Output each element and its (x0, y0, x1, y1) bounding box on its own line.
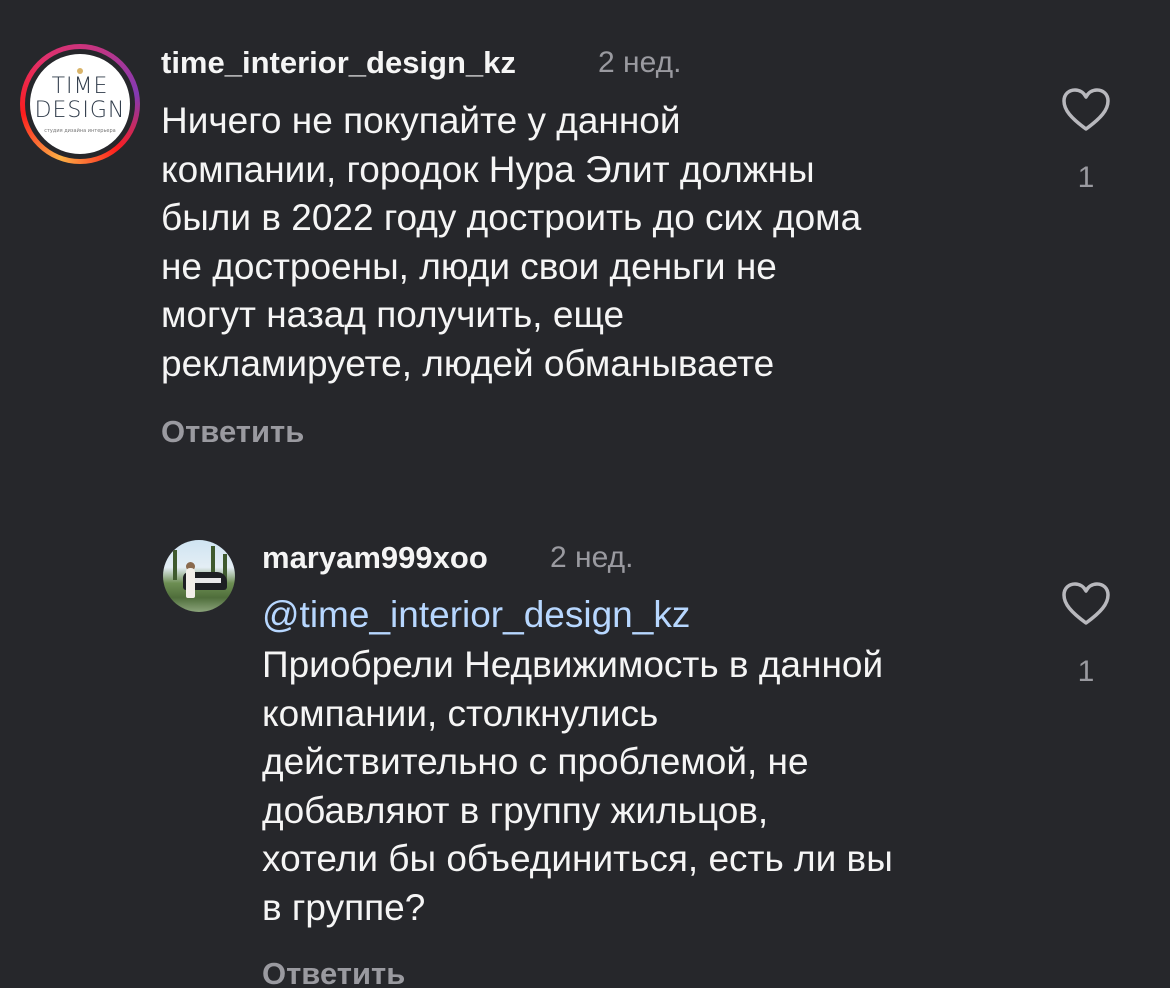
reply-button[interactable]: Ответить (262, 956, 405, 988)
reply-comment-item: maryam999xoo 2 нед. @time_interior_desig… (0, 0, 1170, 988)
comment-time: 2 нед. (550, 541, 634, 574)
comment-username[interactable]: maryam999xoo (262, 540, 488, 576)
heart-outline-icon[interactable] (1061, 581, 1111, 627)
like-count: 1 (1077, 655, 1095, 688)
comments-screen: TIME DESIGN студия дизайна интерьера tim… (0, 0, 1170, 988)
avatar[interactable] (163, 540, 235, 612)
comment-text: Приобрели Недвижимость в данной компании… (262, 644, 893, 928)
mention-link[interactable]: @time_interior_design_kz (262, 594, 690, 636)
